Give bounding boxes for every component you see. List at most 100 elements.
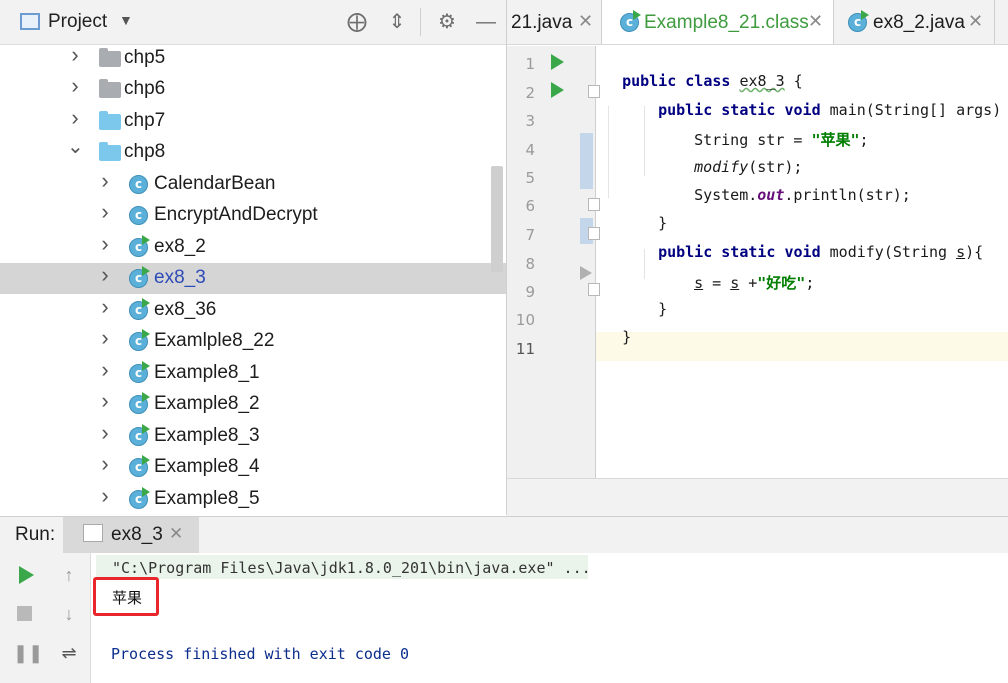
chevron-right-icon[interactable]: › [67, 44, 83, 66]
project-view-icon [20, 13, 40, 30]
tab-example8-21-class[interactable]: c Example8_21.class ✕ [602, 0, 833, 44]
project-panel: Project ▼ ⨁ ⇕ ⚙ — › chp5 › chp6 › chp7 ⌄ chp8 › c… [0, 0, 507, 515]
tree-item-example8-2[interactable]: › c Example8_2 [0, 389, 506, 420]
close-icon[interactable]: ✕ [808, 11, 823, 32]
up-arrow-icon[interactable]: ↑ [57, 563, 81, 587]
chevron-right-icon[interactable]: › [97, 233, 113, 255]
class-icon: c [129, 424, 150, 446]
chevron-right-icon[interactable]: › [97, 453, 113, 475]
tab-ex8-2-java[interactable]: c ex8_2.java ✕ [834, 0, 994, 44]
tree-item-label: chp6 [124, 78, 166, 99]
tree-item-chp6[interactable]: › chp6 [0, 74, 506, 105]
class-icon: c [620, 10, 641, 32]
indent-guide [608, 106, 609, 198]
rerun-icon[interactable] [19, 566, 34, 584]
chevron-right-icon[interactable]: › [97, 170, 113, 192]
pause-icon[interactable]: ❚❚ [13, 641, 43, 665]
line-number: 10 [515, 311, 535, 329]
gear-icon[interactable]: ⚙ [435, 10, 459, 34]
close-icon[interactable]: ✕ [578, 11, 593, 32]
console-command: "C:\Program Files\Java\jdk1.8.0_201\bin\… [112, 559, 591, 577]
run-gutter-icon[interactable] [551, 82, 564, 98]
fold-icon[interactable] [588, 227, 600, 240]
run-label: Run: [15, 524, 56, 545]
tree-item-label: ex8_3 [154, 267, 206, 288]
tree-item-label: Example8_2 [154, 393, 260, 414]
line-number: 3 [525, 112, 535, 130]
tree-item-encryptanddecrypt[interactable]: › c EncryptAndDecrypt [0, 200, 506, 231]
tab-label: 21.java [511, 12, 573, 33]
tree-item-label: ex8_36 [154, 299, 217, 320]
tree-item-calendarbean[interactable]: › c CalendarBean [0, 169, 506, 200]
tree-item-example8-1[interactable]: › c Example8_1 [0, 358, 506, 389]
stop-icon[interactable] [17, 606, 32, 621]
line-number: 4 [525, 141, 535, 159]
class-icon: c [129, 206, 148, 225]
tab-21-java[interactable]: 21.java ✕ [507, 0, 601, 44]
fold-icon[interactable] [588, 198, 600, 211]
chevron-right-icon[interactable]: › [97, 264, 113, 286]
chevron-down-icon[interactable]: ⌄ [67, 137, 84, 157]
line-number: 5 [525, 169, 535, 187]
tree-item-label: Example8_1 [154, 362, 260, 383]
breakpoint-arrow-icon [580, 266, 592, 280]
run-gutter-icon[interactable] [551, 54, 564, 70]
chevron-down-icon[interactable]: ▼ [119, 12, 133, 28]
code-line-9: } [658, 300, 668, 318]
tree-item-chp8[interactable]: ⌄ chp8 [0, 137, 506, 168]
project-header: Project ▼ ⨁ ⇕ ⚙ — [0, 0, 506, 45]
tree-item-chp7[interactable]: › chp7 [0, 106, 506, 137]
tree-item-label: Example8_4 [154, 456, 260, 477]
run-tab-label[interactable]: ex8_3 [111, 524, 163, 546]
tree-item-label: ex8_2 [154, 236, 206, 257]
tree-item-example8-5[interactable]: › c Example8_5 [0, 484, 506, 515]
chevron-right-icon[interactable]: › [97, 359, 113, 381]
line-number: 9 [525, 283, 535, 301]
tab-label: ex8_2.java [873, 12, 965, 33]
down-arrow-icon[interactable]: ↓ [57, 602, 81, 626]
class-icon: c [129, 298, 150, 320]
chevron-right-icon[interactable]: › [97, 485, 113, 507]
class-icon: c [129, 455, 150, 477]
chevron-right-icon[interactable]: › [67, 107, 83, 129]
folder-icon [99, 79, 121, 98]
scrollbar-thumb[interactable] [491, 166, 503, 272]
tree-item-chp5[interactable]: › chp5 [0, 43, 506, 74]
class-icon: c [129, 329, 150, 351]
class-icon: c [129, 266, 150, 288]
line-number: 7 [525, 226, 535, 244]
tab-label: Example8_21.class [644, 12, 809, 33]
collapse-icon[interactable]: ⇕ [385, 10, 409, 34]
tree-item-label: Example8_3 [154, 425, 260, 446]
tree-item-ex8-2[interactable]: › c ex8_2 [0, 232, 506, 263]
tree-item-example8-4[interactable]: › c Example8_4 [0, 452, 506, 483]
project-title[interactable]: Project [48, 11, 107, 33]
chevron-right-icon[interactable]: › [97, 296, 113, 318]
tree-item-label: chp8 [124, 141, 166, 162]
divider [420, 8, 421, 36]
chevron-right-icon[interactable]: › [97, 390, 113, 412]
line-number: 6 [525, 197, 535, 215]
tree-item-ex8-3[interactable]: › c ex8_3 [0, 263, 506, 294]
close-icon[interactable]: ✕ [169, 524, 183, 544]
fold-icon[interactable] [588, 85, 600, 98]
close-icon[interactable]: ✕ [968, 11, 983, 32]
tree-item-label: Examlple8_22 [154, 330, 275, 351]
soft-wrap-icon[interactable]: ⇌ [57, 641, 81, 665]
crosshair-icon[interactable]: ⨁ [345, 10, 369, 34]
tree-item-examlple8-22[interactable]: › c Examlple8_22 [0, 326, 506, 357]
folder-icon [99, 48, 121, 67]
tree-item-ex8-36[interactable]: › c ex8_36 [0, 295, 506, 326]
class-icon: c [129, 487, 150, 509]
tree-item-example8-3[interactable]: › c Example8_3 [0, 421, 506, 452]
output-highlight-box [93, 577, 159, 616]
code-line-10: } [622, 328, 632, 346]
chevron-right-icon[interactable]: › [97, 201, 113, 223]
chevron-right-icon[interactable]: › [97, 422, 113, 444]
tree-item-label: EncryptAndDecrypt [154, 204, 318, 225]
change-marker [580, 133, 593, 189]
fold-icon[interactable] [588, 283, 600, 296]
minimize-icon[interactable]: — [474, 10, 498, 34]
chevron-right-icon[interactable]: › [97, 327, 113, 349]
chevron-right-icon[interactable]: › [67, 75, 83, 97]
